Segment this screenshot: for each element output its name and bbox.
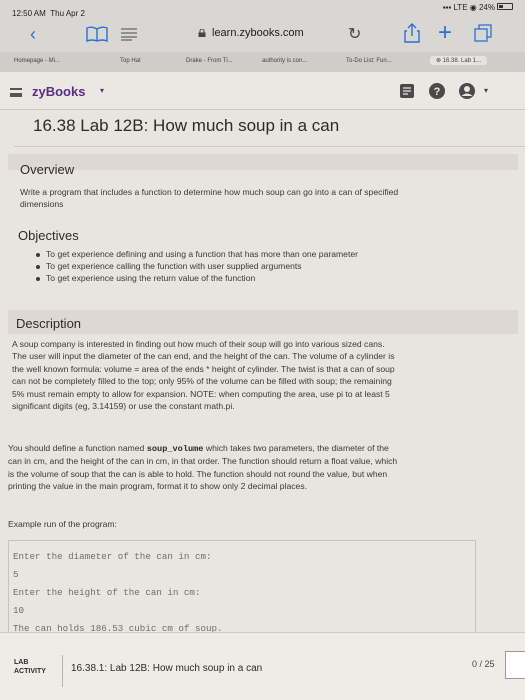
description-band bbox=[8, 310, 518, 334]
activity-title[interactable]: 16.38.1: Lab 12B: How much soup in a can bbox=[71, 663, 262, 674]
description-line: 5% must remain empty to allow for expans… bbox=[12, 388, 390, 399]
status-time: 12:50 AM Thu Apr 2 bbox=[12, 9, 85, 18]
console-line: Enter the height of the can in cm: bbox=[13, 587, 201, 598]
bookmark-todo[interactable]: To-Do List: Fun... bbox=[346, 58, 392, 64]
bookmark-homepage[interactable]: Homepage - Mi... bbox=[14, 58, 60, 64]
battery-icon bbox=[497, 3, 513, 10]
back-icon[interactable]: ‹ bbox=[30, 25, 36, 43]
user-avatar-icon[interactable] bbox=[458, 82, 476, 100]
console-line: 5 bbox=[13, 569, 19, 580]
help-icon[interactable]: ? bbox=[428, 82, 446, 100]
tab-close-icon[interactable]: ⊗ bbox=[436, 58, 441, 64]
battery-percent: 24% bbox=[478, 3, 495, 12]
status-right: ▪▪▪ LTE ◉ 24% bbox=[443, 3, 495, 12]
activity-label-line: ACTIVITY bbox=[14, 668, 46, 675]
description-line: the well known formula: volume = area of… bbox=[12, 363, 395, 374]
activity-type-label: LAB ACTIVITY bbox=[14, 658, 46, 676]
overview-heading: Overview bbox=[20, 162, 75, 177]
objectives-list: To get experience defining and using a f… bbox=[36, 249, 358, 284]
function-spec-line: You should define a function named soup_… bbox=[8, 442, 397, 455]
url-text[interactable]: learn.zybooks.com bbox=[212, 27, 304, 39]
overview-band bbox=[8, 154, 518, 170]
description-heading: Description bbox=[16, 316, 82, 331]
date: Thu Apr 2 bbox=[50, 9, 85, 18]
function-spec-text: You should define a function named soup_… bbox=[8, 442, 397, 493]
chevron-down-icon[interactable]: ▾ bbox=[100, 86, 104, 95]
description-line: The user will input the diameter of the … bbox=[12, 351, 395, 362]
share-icon[interactable] bbox=[404, 23, 420, 43]
reload-icon[interactable]: ↻ bbox=[348, 24, 361, 44]
completion-box bbox=[505, 651, 525, 679]
location-icon: ◉ bbox=[469, 3, 477, 12]
carrier-label: LTE bbox=[453, 3, 468, 12]
spec-pre: You should define a function named bbox=[8, 443, 147, 453]
function-spec-line: printing the value in the main program, … bbox=[8, 481, 308, 492]
signal-icon: ▪▪▪ bbox=[442, 3, 452, 12]
objective-item: To get experience using the return value… bbox=[36, 273, 358, 285]
description-line: significant digits (eg, 3.14159) or use … bbox=[12, 401, 235, 412]
function-spec-line: can in cm, and the height of the can in … bbox=[8, 456, 398, 467]
lab-activity-bar: LAB ACTIVITY 16.38.1: Lab 12B: How much … bbox=[0, 632, 525, 700]
description-line: A soup company is interested in finding … bbox=[12, 339, 385, 349]
new-tab-plus-icon[interactable]: + bbox=[438, 19, 452, 47]
activity-score: 0 / 25 bbox=[472, 659, 495, 669]
svg-text:?: ? bbox=[434, 86, 441, 98]
console-line: Enter the diameter of the can in cm: bbox=[13, 551, 212, 562]
bookmarks-bar: Homepage - Mi... Top Hat Drake - From Ti… bbox=[0, 52, 525, 72]
tabs-overview-icon[interactable] bbox=[474, 24, 492, 42]
console-line: 10 bbox=[13, 605, 25, 616]
bookmark-drake[interactable]: Drake - From Ti... bbox=[186, 58, 233, 64]
overview-line-2: dimensions bbox=[20, 199, 64, 209]
browser-toolbar: ‹ learn.zybooks.com ↻ + bbox=[0, 18, 525, 52]
active-tab[interactable]: ⊗ 16.38. Lab 1... bbox=[430, 56, 488, 65]
bookmark-top-hat[interactable]: Top Hat bbox=[120, 58, 141, 64]
description-line: can not be completely filled to the top;… bbox=[12, 376, 392, 387]
content-page: 16.38 Lab 12B: How much soup in a can Ov… bbox=[0, 110, 525, 700]
bookmarks-book-icon[interactable] bbox=[86, 26, 108, 42]
bookmark-authority[interactable]: authority is con... bbox=[262, 58, 307, 64]
activity-label-line: LAB bbox=[14, 659, 29, 666]
clock: 12:50 AM bbox=[12, 9, 46, 18]
activity-divider bbox=[62, 655, 63, 687]
objective-item: To get experience calling the function w… bbox=[36, 261, 358, 273]
page-title: 16.38 Lab 12B: How much soup in a can bbox=[33, 116, 340, 135]
menu-icon[interactable] bbox=[10, 88, 22, 97]
title-divider bbox=[14, 146, 525, 147]
book-icon[interactable] bbox=[398, 82, 416, 100]
spec-post: which takes two parameters, the diameter… bbox=[203, 443, 389, 453]
function-spec-line: is the volume of soup that the can is ab… bbox=[8, 468, 388, 479]
user-menu-chevron-icon[interactable]: ▾ bbox=[484, 86, 488, 95]
description-text: A soup company is interested in finding … bbox=[12, 338, 395, 412]
example-console: Enter the diameter of the can in cm: 5 E… bbox=[8, 540, 476, 636]
objective-item: To get experience defining and using a f… bbox=[36, 249, 358, 261]
zybooks-header: zyBooks ▾ ? ▾ bbox=[0, 72, 525, 110]
overview-line-1: Write a program that includes a function… bbox=[20, 187, 399, 197]
objectives-heading: Objectives bbox=[18, 228, 79, 243]
zybooks-logo[interactable]: zyBooks bbox=[32, 84, 85, 99]
active-tab-label: 16.38. Lab 1... bbox=[442, 58, 482, 64]
lock-icon bbox=[198, 29, 206, 37]
reader-icon[interactable] bbox=[120, 27, 138, 41]
function-name-code: soup_volume bbox=[146, 444, 204, 454]
example-label: Example run of the program: bbox=[8, 519, 117, 529]
